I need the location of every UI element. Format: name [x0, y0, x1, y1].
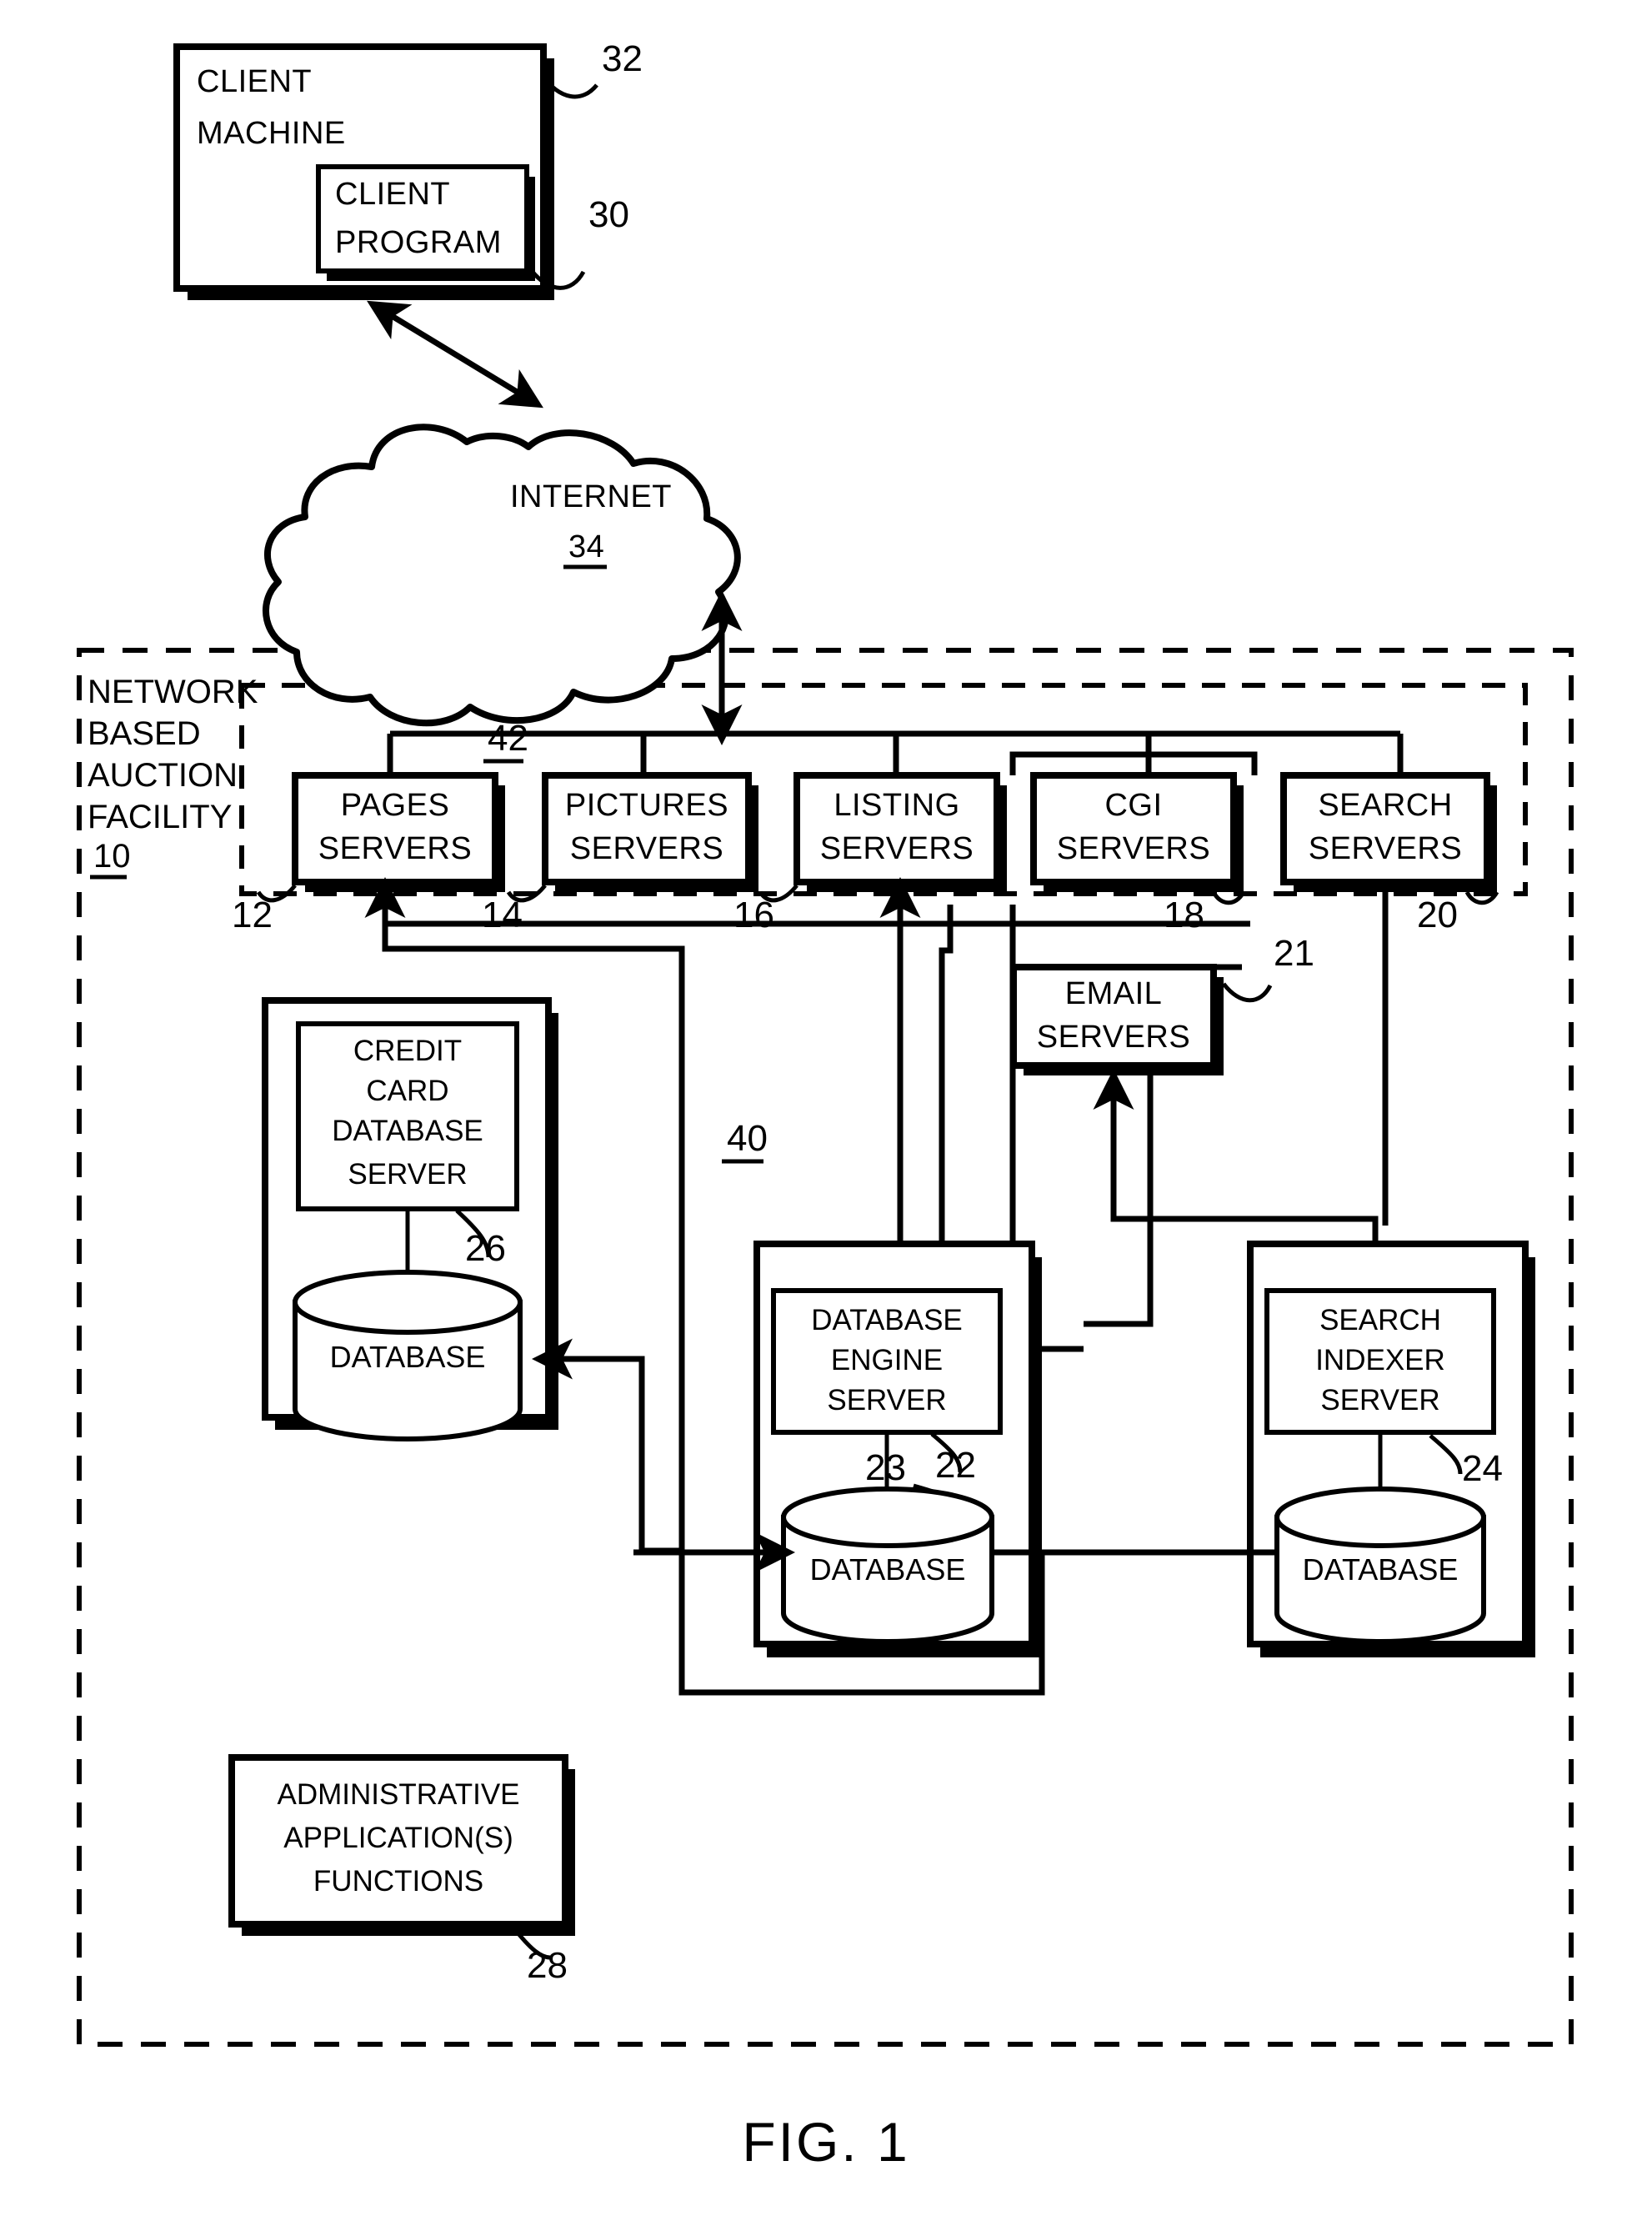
search-indexer-database-label: DATABASE — [1303, 1552, 1459, 1587]
ref-18: 18 — [1164, 895, 1204, 935]
ref-20: 20 — [1417, 895, 1458, 935]
figure-caption: FIG. 1 — [742, 2111, 909, 2173]
facility-ref: 10 — [93, 838, 131, 875]
patent-figure-page: CLIENT MACHINE CLIENT PROGRAM 32 30 INTE… — [0, 0, 1652, 2231]
server-label-pages-line2: SERVERS — [318, 831, 472, 866]
email-servers-label-line1: EMAIL — [1065, 976, 1163, 1011]
server-label-pages-line1: PAGES — [341, 788, 450, 823]
facility-label-line4: FACILITY — [88, 799, 232, 835]
client-internet-link — [367, 300, 543, 409]
database-engine-label-line2: ENGINE — [831, 1344, 943, 1376]
client-machine-label-line2: MACHINE — [197, 116, 346, 151]
facility-label-line2: BASED — [88, 715, 201, 752]
database-engine-label-line3: SERVER — [827, 1384, 946, 1416]
server-label-listing-line2: SERVERS — [820, 831, 974, 866]
server-label-pictures-line1: PICTURES — [565, 788, 728, 823]
credit-card-db-inbound-link — [532, 1338, 682, 1554]
ref-30: 30 — [588, 194, 629, 235]
email-servers-label-line2: SERVERS — [1037, 1020, 1190, 1055]
ref-24: 24 — [1462, 1448, 1503, 1489]
internet-ref: 34 — [568, 529, 604, 564]
ref-22: 22 — [935, 1445, 976, 1486]
admin-label-line2: APPLICATION(S) — [283, 1822, 513, 1854]
ref-32: 32 — [602, 38, 643, 79]
server-label-search-line2: SERVERS — [1309, 831, 1462, 866]
search-indexer-label-line1: SEARCH — [1319, 1304, 1441, 1336]
internet-label: INTERNET — [510, 479, 672, 514]
server-label-cgi-line2: SERVERS — [1057, 831, 1210, 866]
admin-label-line1: ADMINISTRATIVE — [277, 1778, 519, 1811]
ref-14: 14 — [482, 895, 523, 935]
credit-card-label-line4: SERVER — [348, 1158, 467, 1191]
search-indexer-label-line3: SERVER — [1320, 1384, 1439, 1416]
server-label-search-line1: SEARCH — [1318, 788, 1452, 823]
leader-line-21 — [1222, 982, 1273, 1003]
search-indexer-label-line2: INDEXER — [1315, 1344, 1445, 1376]
ref-40: 40 — [727, 1118, 768, 1159]
facility-label-line1: NETWORK — [88, 674, 258, 710]
server-label-pictures-line2: SERVERS — [570, 831, 723, 866]
ref-26: 26 — [465, 1228, 506, 1269]
figure-1-diagram: CLIENT MACHINE CLIENT PROGRAM 32 30 INTE… — [77, 38, 1574, 2173]
credit-card-label-line1: CREDIT — [353, 1035, 462, 1067]
ref-28: 28 — [527, 1945, 568, 1986]
credit-card-database-label: DATABASE — [330, 1340, 486, 1374]
client-machine-label-line1: CLIENT — [197, 64, 312, 99]
server-label-cgi-line1: CGI — [1104, 788, 1162, 823]
credit-card-label-line3: DATABASE — [332, 1115, 483, 1147]
ref-12: 12 — [232, 895, 273, 935]
credit-card-label-line2: CARD — [366, 1075, 448, 1107]
internet-cloud-node — [263, 424, 741, 727]
ref-42: 42 — [488, 718, 528, 759]
admin-label-line3: FUNCTIONS — [313, 1865, 483, 1898]
server-label-listing-line1: LISTING — [834, 788, 959, 823]
facility-label-line3: AUCTION — [88, 757, 238, 794]
client-program-label-line2: PROGRAM — [335, 225, 502, 260]
database-engine-label-line1: DATABASE — [811, 1304, 963, 1336]
database-engine-database-label: DATABASE — [810, 1552, 966, 1587]
ref-21: 21 — [1274, 933, 1314, 974]
ref-16: 16 — [733, 895, 774, 935]
client-program-label-line1: CLIENT — [335, 177, 450, 212]
